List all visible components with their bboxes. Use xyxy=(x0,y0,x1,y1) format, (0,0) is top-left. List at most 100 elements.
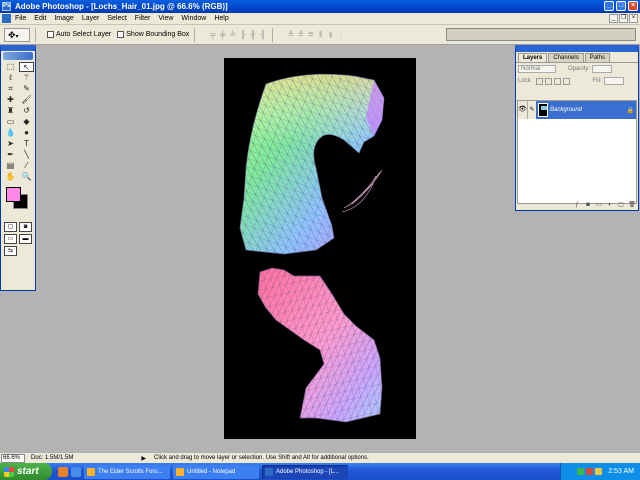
path-selection-tool-icon[interactable]: ➤ xyxy=(3,139,18,149)
layer-style-icon[interactable]: ƒ xyxy=(573,201,581,209)
menu-layer[interactable]: Layer xyxy=(78,15,104,22)
lock-icon: 🔒 xyxy=(626,107,634,114)
clock[interactable]: 2:53 AM xyxy=(608,468,634,475)
opacity-input[interactable] xyxy=(592,65,613,73)
volume-icon[interactable] xyxy=(595,468,603,475)
palette-well[interactable] xyxy=(446,28,636,41)
divider xyxy=(35,27,36,42)
task-notepad[interactable]: Untitled - Notepad xyxy=(173,464,259,479)
align-left-icon[interactable]: ╟ xyxy=(238,29,247,40)
network-icon[interactable] xyxy=(577,468,585,475)
align-right-icon[interactable]: ╢ xyxy=(258,29,267,40)
doc-minimize-button[interactable]: _ xyxy=(609,14,618,23)
move-tool-icon[interactable]: ↖ xyxy=(19,62,34,72)
menu-view[interactable]: View xyxy=(154,15,177,22)
antivirus-icon[interactable] xyxy=(586,468,594,475)
align-vcenter-icon[interactable]: ╪ xyxy=(218,29,227,40)
layer-mask-icon[interactable]: ◙ xyxy=(584,201,592,209)
document-canvas[interactable] xyxy=(224,58,416,439)
align-top-icon[interactable]: ╤ xyxy=(208,29,217,40)
minimize-button[interactable]: _ xyxy=(604,1,614,11)
distribute-right-icon[interactable]: ⫶ xyxy=(336,29,345,40)
align-hcenter-icon[interactable]: ╫ xyxy=(248,29,257,40)
menu-filter[interactable]: Filter xyxy=(131,15,155,22)
tab-paths[interactable]: Paths xyxy=(584,53,611,62)
zoom-field[interactable]: 66.6% xyxy=(1,453,25,463)
lock-image-icon[interactable] xyxy=(545,77,553,85)
standard-screen-mode-icon[interactable]: ▭ xyxy=(4,234,17,244)
close-button[interactable]: × xyxy=(628,1,638,11)
jump-to-imageready-icon[interactable]: ⇆ xyxy=(4,246,17,256)
history-brush-tool-icon[interactable]: ↺ xyxy=(19,106,34,116)
marquee-tool-icon[interactable]: ⬚ xyxy=(3,62,18,72)
menu-edit[interactable]: Edit xyxy=(30,15,50,22)
doc-restore-button[interactable]: ❐ xyxy=(619,14,628,23)
task-photoshop[interactable]: Adobe Photoshop - [L... xyxy=(262,464,348,479)
brush-tool-icon[interactable]: 🖌 xyxy=(19,95,34,105)
menu-window[interactable]: Window xyxy=(177,15,210,22)
foreground-color-swatch[interactable] xyxy=(6,187,21,202)
menu-image[interactable]: Image xyxy=(50,15,77,22)
zoom-tool-icon[interactable]: 🔍 xyxy=(19,172,34,182)
paint-bucket-tool-icon[interactable]: ◆ xyxy=(19,117,34,127)
doc-size[interactable]: Doc: 1.5M/1.5M xyxy=(31,455,73,461)
crop-tool-icon[interactable]: ⌗ xyxy=(3,84,18,94)
new-set-icon[interactable]: ▭ xyxy=(595,201,603,209)
lock-transparency-icon[interactable] xyxy=(536,77,544,85)
quick-mask-mode-icon[interactable]: ◙ xyxy=(19,222,32,232)
doc-close-button[interactable]: × xyxy=(629,14,638,23)
document-icon[interactable] xyxy=(2,14,11,23)
task-browser[interactable]: The Elder Scrolls Foru... xyxy=(84,464,170,479)
menu-file[interactable]: File xyxy=(11,15,30,22)
slice-tool-icon[interactable]: ✎ xyxy=(19,84,34,94)
ie-icon[interactable] xyxy=(71,466,81,477)
tool-grid: ⬚ ↖ ℓ ⚚ ⌗ ✎ ✚ 🖌 ♜ ↺ ▭ ◆ 💧 ● ➤ T ✒ ╲ ▤ ⁄ … xyxy=(1,61,35,183)
distribute-vcenter-icon[interactable]: ≙ xyxy=(296,29,305,40)
dodge-tool-icon[interactable]: ● xyxy=(19,128,34,138)
tab-channels[interactable]: Channels xyxy=(548,53,584,62)
full-screen-menu-mode-icon[interactable]: ▬ xyxy=(19,234,32,244)
distribute-left-icon[interactable]: ⫴ xyxy=(316,29,325,40)
adobe-online-icon[interactable] xyxy=(3,52,33,60)
adjustment-layer-icon[interactable]: ◐ xyxy=(606,201,614,209)
checkbox-box xyxy=(117,31,125,38)
healing-brush-tool-icon[interactable]: ✚ xyxy=(3,95,18,105)
shape-tool-icon[interactable]: ╲ xyxy=(19,150,34,160)
play-arrow-icon[interactable]: ▶ xyxy=(141,455,146,462)
distribute-hcenter-icon[interactable]: ⫵ xyxy=(326,29,335,40)
magic-wand-tool-icon[interactable]: ⚚ xyxy=(19,73,34,83)
clone-stamp-tool-icon[interactable]: ♜ xyxy=(3,106,18,116)
maximize-button[interactable]: □ xyxy=(616,1,626,11)
blur-tool-icon[interactable]: 💧 xyxy=(3,128,18,138)
lock-all-icon[interactable] xyxy=(563,77,571,85)
notes-tool-icon[interactable]: ▤ xyxy=(3,161,18,171)
eyedropper-tool-icon[interactable]: ⁄ xyxy=(19,161,34,171)
pen-tool-icon[interactable]: ✒ xyxy=(3,150,18,160)
brush-link-icon[interactable]: ✎ xyxy=(527,101,536,119)
distribute-bottom-icon[interactable]: ≘ xyxy=(306,29,315,40)
align-bottom-icon[interactable]: ╧ xyxy=(228,29,237,40)
hand-tool-icon[interactable]: ✋ xyxy=(3,172,18,182)
tab-layers[interactable]: Layers xyxy=(518,53,548,62)
layer-row[interactable]: 👁 ✎ Background 🔒 xyxy=(518,101,636,119)
trash-icon[interactable]: 🗑 xyxy=(628,201,636,209)
fill-input[interactable] xyxy=(603,77,624,85)
lasso-tool-icon[interactable]: ℓ xyxy=(3,73,18,83)
show-bounding-box-checkbox[interactable]: Show Bounding Box xyxy=(117,31,189,38)
blend-mode-select[interactable]: Normal xyxy=(518,65,556,73)
firefox-icon[interactable] xyxy=(58,466,68,477)
type-tool-icon[interactable]: T xyxy=(19,139,34,149)
start-button[interactable]: start xyxy=(0,463,52,480)
tool-preset-picker[interactable]: ✥▾ xyxy=(4,27,30,42)
uv-island-lower xyxy=(257,267,383,423)
eraser-tool-icon[interactable]: ▭ xyxy=(3,117,18,127)
standard-mode-icon[interactable]: ▢ xyxy=(4,222,17,232)
new-layer-icon[interactable]: ▢ xyxy=(617,201,625,209)
eye-icon[interactable]: 👁 xyxy=(518,101,527,119)
auto-select-layer-checkbox[interactable]: Auto Select Layer xyxy=(47,31,111,38)
menu-select[interactable]: Select xyxy=(103,15,130,22)
lock-position-icon[interactable] xyxy=(554,77,562,85)
checkbox-box xyxy=(47,31,54,38)
distribute-top-icon[interactable]: ≚ xyxy=(286,29,295,40)
menu-help[interactable]: Help xyxy=(210,15,232,22)
